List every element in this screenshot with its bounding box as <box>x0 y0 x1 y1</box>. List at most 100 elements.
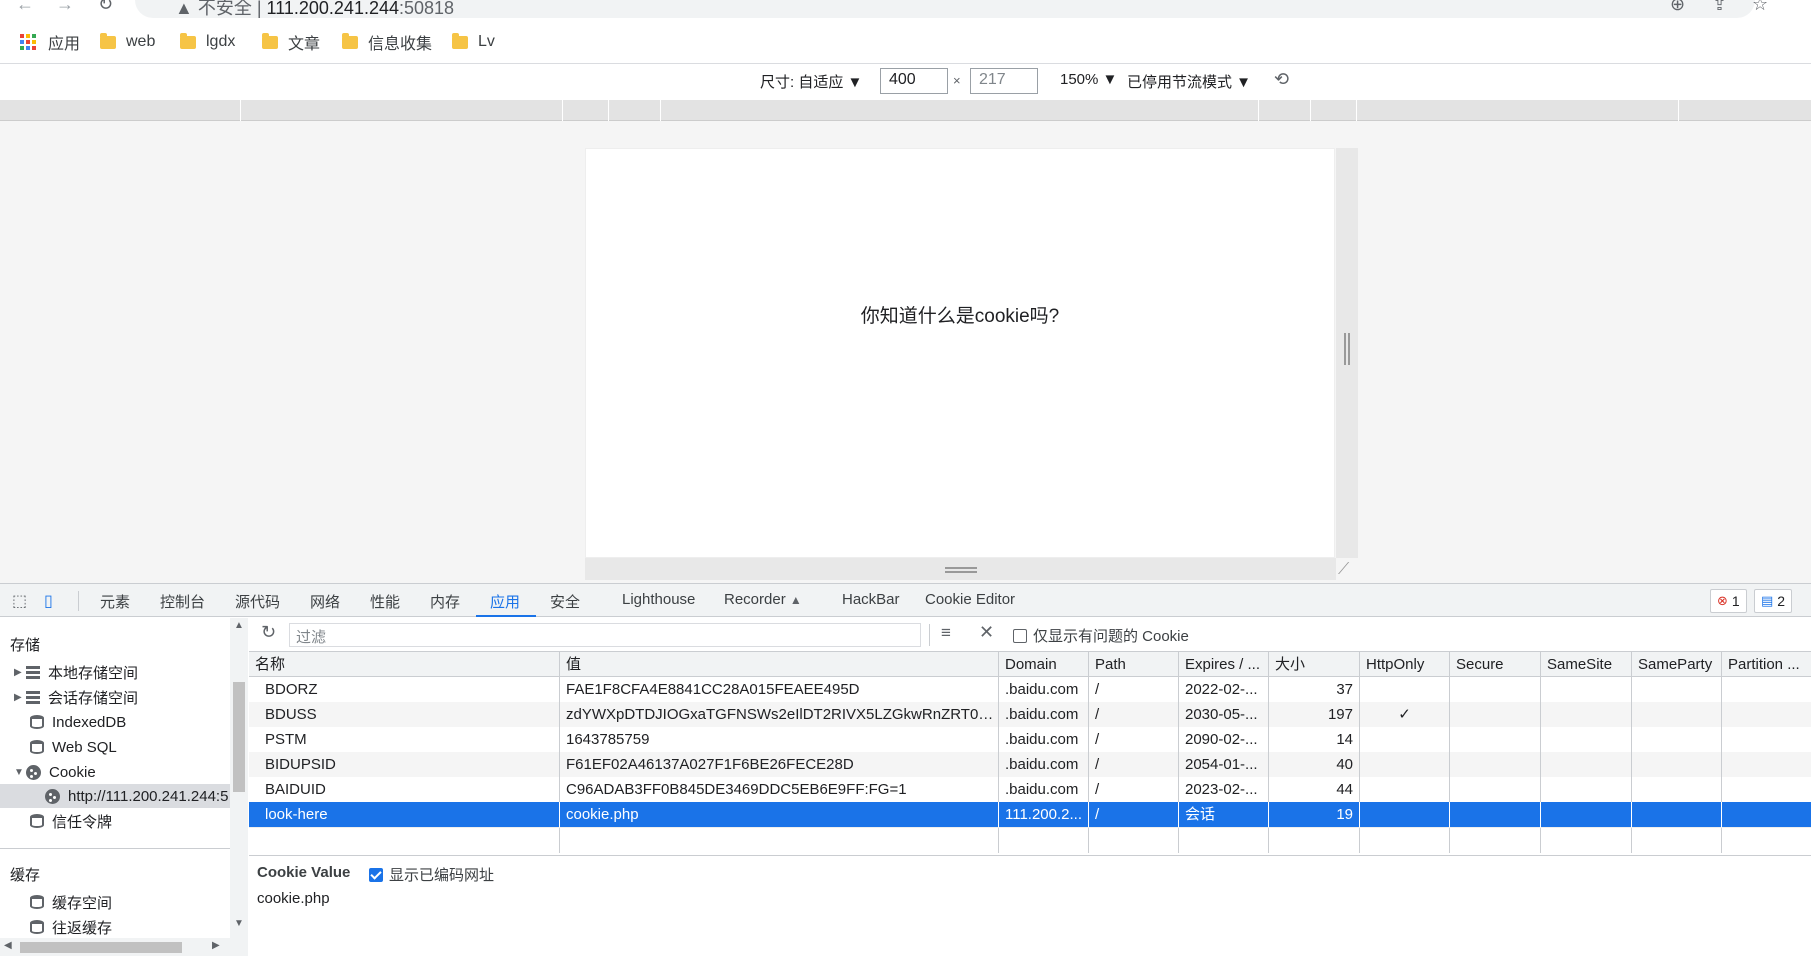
expand-icon[interactable]: ▶ <box>14 692 26 703</box>
only-issues-checkbox[interactable] <box>1013 628 1027 643</box>
col-domain[interactable]: Domain <box>999 652 1089 677</box>
sidebar-item-back-forward-cache[interactable]: 往返缓存 <box>30 915 112 939</box>
expand-icon[interactable]: ▶ <box>14 667 26 678</box>
sidebar-item-cache-storage[interactable]: 缓存空间 <box>30 890 112 914</box>
sidebar-item-web-sql[interactable]: Web SQL <box>30 735 117 759</box>
sidebar-item-cookie[interactable]: ▼ Cookie <box>14 760 96 784</box>
cookie-value-text[interactable]: cookie.php <box>257 890 330 907</box>
folder-icon <box>180 32 196 49</box>
bottom-resize-handle[interactable] <box>585 558 1336 580</box>
tab-elements[interactable]: 元素 <box>100 591 130 612</box>
col-secure[interactable]: Secure <box>1450 652 1541 677</box>
tab-performance[interactable]: 性能 <box>370 591 400 612</box>
col-httponly[interactable]: HttpOnly <box>1360 652 1450 677</box>
scroll-thumb[interactable] <box>20 942 182 953</box>
table-row[interactable]: PSTM 1643785759 .baidu.com/2090-02-... 14 <box>249 727 1811 752</box>
sidebar-vertical-scrollbar[interactable]: ▲ ▼ <box>230 618 248 956</box>
bookmark-web[interactable]: web <box>100 30 155 54</box>
error-counter[interactable]: ⊗ 1 <box>1710 589 1747 613</box>
throttle-dropdown[interactable]: 已停用节流模式 ▼ <box>1127 71 1251 92</box>
sidebar-horizontal-scrollbar[interactable]: ◀ ▶ <box>0 938 230 956</box>
sidebar-label: Cookie <box>49 763 96 781</box>
col-partition[interactable]: Partition ... <box>1722 652 1811 677</box>
url-text[interactable]: ▲ 不安全 | 111.200.241.244:50818 <box>175 0 454 20</box>
media-query-bar[interactable] <box>0 100 1811 121</box>
share-icon[interactable]: ⇪ <box>1712 0 1727 15</box>
bookmark-articles[interactable]: 文章 <box>262 30 320 54</box>
dimensions-dropdown[interactable]: 尺寸: 自适应 ▼ <box>760 71 862 92</box>
sidebar-item-cookie-origin[interactable]: http://111.200.241.244:5 <box>0 784 230 808</box>
database-icon <box>30 740 44 754</box>
tab-lighthouse[interactable]: Lighthouse <box>622 591 695 608</box>
tab-hackbar[interactable]: HackBar <box>842 591 900 608</box>
clear-filtered-icon[interactable]: ≡ <box>941 623 951 643</box>
tab-security[interactable]: 安全 <box>550 591 580 612</box>
cell-size: 197 <box>1269 702 1360 727</box>
col-size[interactable]: 大小 <box>1269 652 1360 677</box>
height-input[interactable]: 217 <box>970 68 1038 94</box>
col-sameparty[interactable]: SameParty <box>1632 652 1722 677</box>
collapse-icon[interactable]: ▼ <box>14 767 26 778</box>
table-row[interactable]: BDORZ FAE1F8CFA4E8841CC28A015FEAEE495D .ba… <box>249 677 1811 702</box>
tab-application[interactable]: 应用 <box>490 591 520 612</box>
table-row[interactable]: BIDUPSID F61EF02A46137A027F1F6BE26FECE28D… <box>249 752 1811 777</box>
zoom-dropdown[interactable]: 150% ▼ <box>1060 71 1117 88</box>
cell-empty <box>1450 677 1541 702</box>
delete-icon[interactable]: ✕ <box>979 622 994 643</box>
device-toggle-icon[interactable]: ▯ <box>44 591 53 611</box>
right-resize-handle[interactable] <box>1336 148 1358 558</box>
show-decoded-checkbox[interactable] <box>369 867 383 882</box>
sidebar-item-indexeddb[interactable]: IndexedDB <box>30 710 126 734</box>
message-counter[interactable]: ▤ 2 <box>1754 589 1793 613</box>
tab-network[interactable]: 网络 <box>310 591 340 612</box>
bookmark-info-gathering[interactable]: 信息收集 <box>342 30 432 54</box>
forward-icon[interactable]: → <box>56 0 74 15</box>
scroll-up-icon[interactable]: ▲ <box>234 620 244 631</box>
col-value[interactable]: 值 <box>560 652 999 677</box>
cell-empty <box>1632 777 1722 802</box>
bookmark-apps[interactable]: 应用 <box>20 30 80 54</box>
cell-empty <box>1632 702 1722 727</box>
col-path[interactable]: Path <box>1089 652 1179 677</box>
bookmark-lv[interactable]: Lv <box>452 30 495 54</box>
zoom-icon[interactable]: ⊕ <box>1670 0 1685 15</box>
cell-size: 37 <box>1269 677 1360 702</box>
filter-input[interactable]: 过滤 <box>289 623 921 647</box>
tab-cookie-editor[interactable]: Cookie Editor <box>925 591 1015 608</box>
bookmark-lgdx[interactable]: lgdx <box>180 30 235 54</box>
table-row[interactable]: BAIDUID C96ADAB3FF0B845DE3469DDC5EB6E9FF:… <box>249 777 1811 802</box>
col-name[interactable]: 名称 <box>249 652 560 677</box>
scroll-right-icon[interactable]: ▶ <box>212 940 220 951</box>
table-row[interactable]: BDUSS zdYWXpDTDJIOGxaTGFNSWs2eIlDT2RIVX5L… <box>249 702 1811 727</box>
cell-empty <box>1632 677 1722 702</box>
width-input[interactable]: 400 <box>880 68 948 94</box>
sidebar-item-session-storage[interactable]: ▶ 会话存储空间 <box>14 685 138 709</box>
scroll-down-icon[interactable]: ▼ <box>234 918 244 929</box>
corner-resize-icon[interactable]: ⟋ <box>1338 561 1349 579</box>
sidebar-item-trust-tokens[interactable]: 信任令牌 <box>30 809 112 833</box>
table-row[interactable]: look-here cookie.php 111.200.2... / 会话 19 <box>249 802 1811 827</box>
star-icon[interactable]: ☆ <box>1752 0 1768 15</box>
tab-sources[interactable]: 源代码 <box>235 591 280 612</box>
cell-name: BDORZ <box>249 677 560 702</box>
rotate-icon[interactable]: ⟲ <box>1274 69 1289 90</box>
show-decoded-toggle[interactable]: 显示已编码网址 <box>369 864 494 885</box>
only-issues-toggle[interactable]: 仅显示有问题的 Cookie <box>1013 625 1189 646</box>
tab-console[interactable]: 控制台 <box>160 591 205 612</box>
folder-icon <box>452 32 468 49</box>
tab-recorder[interactable]: Recorder ▲ <box>724 591 802 608</box>
cell-expires: 2023-02-... <box>1179 777 1269 802</box>
col-samesite[interactable]: SameSite <box>1541 652 1632 677</box>
back-icon[interactable]: ← <box>16 0 34 15</box>
inspect-icon[interactable]: ⬚ <box>12 591 27 611</box>
refresh-icon[interactable]: ↻ <box>261 622 276 643</box>
sidebar-label: 缓存空间 <box>52 894 113 912</box>
scroll-thumb[interactable] <box>233 682 245 792</box>
scroll-left-icon[interactable]: ◀ <box>4 940 12 951</box>
reload-icon[interactable]: ↻ <box>98 0 113 15</box>
col-expires[interactable]: Expires / ... <box>1179 652 1269 677</box>
sidebar-item-local-storage[interactable]: ▶ 本地存储空间 <box>14 660 138 684</box>
tab-memory[interactable]: 内存 <box>430 591 460 612</box>
url-port: :50818 <box>399 0 455 18</box>
sidebar-label: http://111.200.241.244:5 <box>68 787 229 805</box>
